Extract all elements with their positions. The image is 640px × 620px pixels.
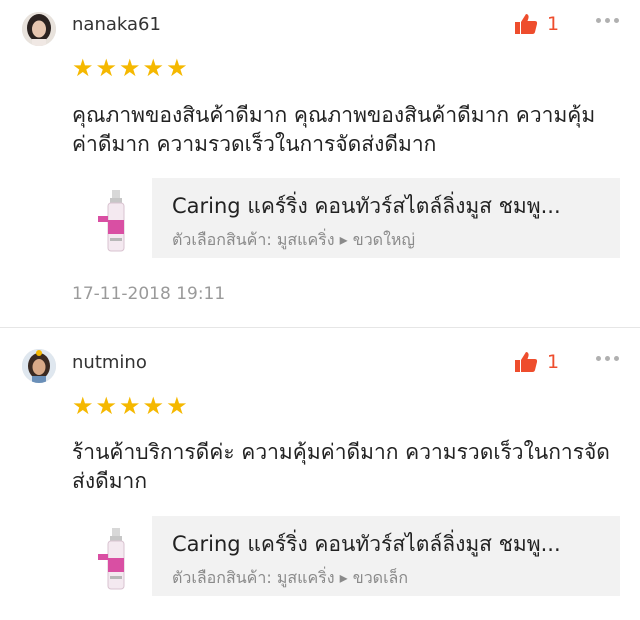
like-button[interactable]: 1 — [514, 13, 559, 35]
product-thumbnail[interactable] — [92, 188, 140, 260]
product-variant: ตัวเลือกสินค้า: มูสแคริ่ง ▸ ขวดใหญ่ — [172, 230, 416, 249]
thumbs-up-icon — [514, 13, 538, 35]
star-icon: ★ — [95, 392, 118, 420]
product-name[interactable]: Caring แคร์ริ่ง คอนทัวร์สไตล์ลิ่งมูส ชมพ… — [172, 190, 602, 223]
review-item: nutmino 1 ★ ★ ★ ★ ★ ร้านค้าบริการดีค่ะ ค… — [0, 327, 640, 620]
username[interactable]: nanaka61 — [72, 14, 161, 35]
star-icon: ★ — [166, 392, 188, 420]
product-card[interactable]: Caring แคร์ริ่ง คอนทัวร์สไตล์ลิ่งมูส ชมพ… — [152, 516, 620, 596]
avatar[interactable] — [22, 12, 56, 46]
review-item: nanaka61 1 ★ ★ ★ ★ ★ คุณภาพของสินค้าดีมา… — [0, 0, 640, 327]
rating-stars: ★ ★ ★ ★ ★ — [72, 56, 188, 80]
username[interactable]: nutmino — [72, 352, 147, 373]
product-thumbnail[interactable] — [92, 526, 140, 598]
review-comment: คุณภาพของสินค้าดีมาก คุณภาพของสินค้าดีมา… — [72, 103, 596, 156]
star-icon: ★ — [166, 54, 188, 82]
star-icon: ★ — [142, 392, 165, 420]
star-icon: ★ — [142, 54, 165, 82]
product-variant: ตัวเลือกสินค้า: มูสแคริ่ง ▸ ขวดเล็ก — [172, 568, 409, 587]
star-icon: ★ — [119, 392, 141, 420]
avatar[interactable] — [22, 349, 56, 383]
rating-stars: ★ ★ ★ ★ ★ — [72, 394, 188, 418]
product-name[interactable]: Caring แคร์ริ่ง คอนทัวร์สไตล์ลิ่งมูส ชมพ… — [172, 528, 602, 561]
more-dots-icon[interactable] — [596, 18, 619, 23]
more-dots-icon[interactable] — [596, 356, 619, 361]
like-button[interactable]: 1 — [514, 351, 559, 373]
star-icon: ★ — [72, 54, 94, 82]
like-count: 1 — [547, 13, 560, 35]
thumbs-up-icon — [514, 351, 538, 373]
review-comment: ร้านค้าบริการดีค่ะ ความคุ้มค่าดีมาก ความ… — [72, 440, 610, 493]
star-icon: ★ — [119, 54, 141, 82]
star-icon: ★ — [72, 392, 94, 420]
star-icon: ★ — [95, 54, 118, 82]
review-date: 17-11-2018 19:11 — [72, 284, 226, 304]
product-card[interactable]: Caring แคร์ริ่ง คอนทัวร์สไตล์ลิ่งมูส ชมพ… — [152, 178, 620, 258]
like-count: 1 — [547, 351, 560, 373]
